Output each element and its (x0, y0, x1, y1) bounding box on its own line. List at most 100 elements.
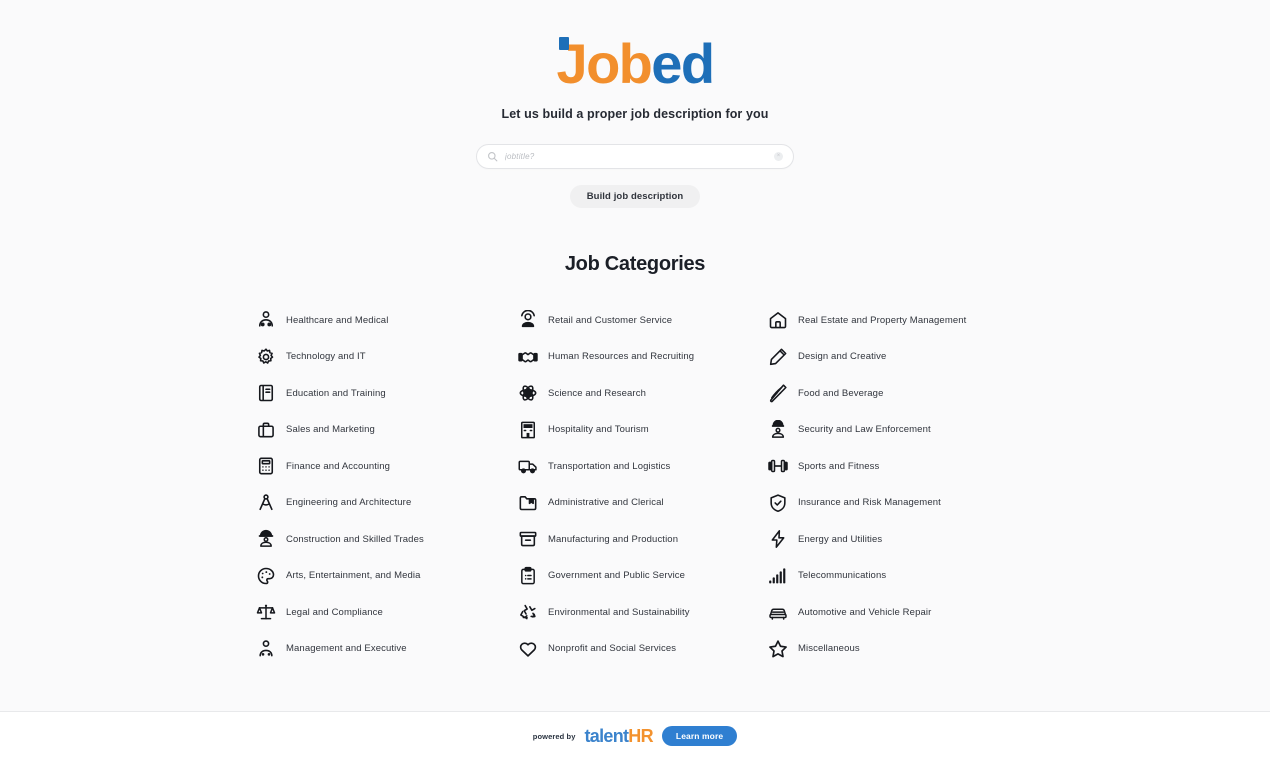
category-finance-and-accounting[interactable]: Finance and Accounting (255, 448, 517, 485)
manager-person-icon (255, 638, 277, 660)
logo-text-primary: Job (556, 32, 653, 95)
category-engineering-and-architecture[interactable]: Engineering and Architecture (255, 485, 517, 522)
category-nonprofit-and-social-services[interactable]: Nonprofit and Social Services (517, 631, 767, 668)
category-label: Insurance and Risk Management (798, 497, 941, 509)
category-label: Hospitality and Tourism (548, 424, 649, 436)
category-automotive-and-vehicle-repair[interactable]: Automotive and Vehicle Repair (767, 594, 1015, 631)
category-label: Finance and Accounting (286, 460, 391, 472)
category-design-and-creative[interactable]: Design and Creative (767, 339, 1015, 376)
category-label: Management and Executive (286, 643, 407, 655)
dumbbell-icon (767, 455, 789, 477)
category-label: Engineering and Architecture (286, 497, 412, 509)
main-content: Jobed Let us build a proper job descript… (0, 0, 1270, 712)
category-retail-and-customer-service[interactable]: Retail and Customer Service (517, 302, 767, 339)
folder-bookmark-icon (517, 492, 539, 514)
category-label: Arts, Entertainment, and Media (286, 570, 421, 582)
category-label: Telecommunications (798, 570, 887, 582)
footer-inner: powered by talentHR Learn more (532, 726, 738, 746)
category-real-estate-and-property-management[interactable]: Real Estate and Property Management (767, 302, 1015, 339)
category-administrative-and-clerical[interactable]: Administrative and Clerical (517, 485, 767, 522)
jobed-logo[interactable]: Jobed (557, 36, 716, 92)
house-icon (767, 309, 789, 331)
category-manufacturing-and-production[interactable]: Manufacturing and Production (517, 521, 767, 558)
category-sales-and-marketing[interactable]: Sales and Marketing (255, 412, 517, 449)
category-label: Technology and IT (286, 351, 366, 363)
category-label: Human Resources and Recruiting (548, 351, 695, 363)
job-categories-column-3: Real Estate and Property Management Desi… (767, 302, 1015, 667)
lightning-bolt-icon (767, 528, 789, 550)
book-icon (255, 382, 277, 404)
box-archive-icon (517, 528, 539, 550)
shield-check-icon (767, 492, 789, 514)
signal-bars-icon (767, 565, 789, 587)
category-insurance-and-risk-management[interactable]: Insurance and Risk Management (767, 485, 1015, 522)
category-label: Sales and Marketing (286, 424, 375, 436)
category-hospitality-and-tourism[interactable]: Hospitality and Tourism (517, 412, 767, 449)
category-label: Legal and Compliance (286, 606, 383, 618)
category-label: Education and Training (286, 387, 386, 399)
category-arts-entertainment-and-media[interactable]: Arts, Entertainment, and Media (255, 558, 517, 595)
category-miscellaneous[interactable]: Miscellaneous (767, 631, 1015, 668)
category-environmental-and-sustainability[interactable]: Environmental and Sustainability (517, 594, 767, 631)
scales-icon (255, 601, 277, 623)
build-job-description-button[interactable]: Build job description (569, 185, 701, 208)
job-categories-column-1: Healthcare and Medical Technology and IT (255, 302, 517, 667)
talenthr-logo-primary: talent (584, 726, 629, 746)
hotel-building-icon (517, 419, 539, 441)
category-label: Administrative and Clerical (548, 497, 664, 509)
category-label: Retail and Customer Service (548, 314, 673, 326)
logo-text-secondary: ed (651, 32, 715, 95)
search-icon (487, 151, 498, 162)
logo-j-accent (558, 37, 569, 50)
job-categories-column-2: Retail and Customer Service Human Resour… (517, 302, 767, 667)
category-sports-and-fitness[interactable]: Sports and Fitness (767, 448, 1015, 485)
category-management-and-executive[interactable]: Management and Executive (255, 631, 517, 668)
category-government-and-public-service[interactable]: Government and Public Service (517, 558, 767, 595)
category-human-resources-and-recruiting[interactable]: Human Resources and Recruiting (517, 339, 767, 376)
category-construction-and-skilled-trades[interactable]: Construction and Skilled Trades (255, 521, 517, 558)
category-food-and-beverage[interactable]: Food and Beverage (767, 375, 1015, 412)
jobed-landing-page: Jobed Let us build a proper job descript… (0, 0, 1270, 760)
logo-container: Jobed (0, 0, 1270, 92)
category-security-and-law-enforcement[interactable]: Security and Law Enforcement (767, 412, 1015, 449)
learn-more-button[interactable]: Learn more (661, 726, 738, 746)
category-transportation-and-logistics[interactable]: Transportation and Logistics (517, 448, 767, 485)
category-label: Environmental and Sustainability (548, 606, 690, 618)
search-box[interactable]: × (476, 144, 794, 169)
category-label: Construction and Skilled Trades (286, 533, 424, 545)
category-technology-and-it[interactable]: Technology and IT (255, 339, 517, 376)
star-icon (767, 638, 789, 660)
car-icon (767, 601, 789, 623)
handshake-icon (517, 346, 539, 368)
search-input[interactable] (505, 152, 774, 161)
category-label: Automotive and Vehicle Repair (798, 606, 932, 618)
pencil-icon (767, 346, 789, 368)
tagline: Let us build a proper job description fo… (501, 107, 769, 121)
category-healthcare-and-medical[interactable]: Healthcare and Medical (255, 302, 517, 339)
compass-icon (255, 492, 277, 514)
category-label: Manufacturing and Production (548, 533, 679, 545)
category-legal-and-compliance[interactable]: Legal and Compliance (255, 594, 517, 631)
search-row: × (0, 144, 1270, 169)
gear-icon (255, 346, 277, 368)
category-energy-and-utilities[interactable]: Energy and Utilities (767, 521, 1015, 558)
category-telecommunications[interactable]: Telecommunications (767, 558, 1015, 595)
truck-icon (517, 455, 539, 477)
heart-icon (517, 638, 539, 660)
category-education-and-training[interactable]: Education and Training (255, 375, 517, 412)
headset-person-icon (517, 309, 539, 331)
footer: powered by talentHR Learn more (0, 712, 1270, 760)
category-label: Security and Law Enforcement (798, 424, 931, 436)
category-science-and-research[interactable]: Science and Research (517, 375, 767, 412)
palette-icon (255, 565, 277, 587)
category-label: Design and Creative (798, 351, 887, 363)
calculator-icon (255, 455, 277, 477)
powered-by-label: powered by (532, 731, 576, 741)
category-label: Food and Beverage (798, 387, 884, 399)
category-label: Real Estate and Property Management (798, 314, 967, 326)
hardhat-worker-icon (255, 528, 277, 550)
talenthr-logo[interactable]: talentHR (584, 726, 653, 746)
job-categories-title: Job Categories (564, 253, 706, 275)
atom-icon (517, 382, 539, 404)
clear-circle-icon[interactable]: × (774, 152, 783, 161)
